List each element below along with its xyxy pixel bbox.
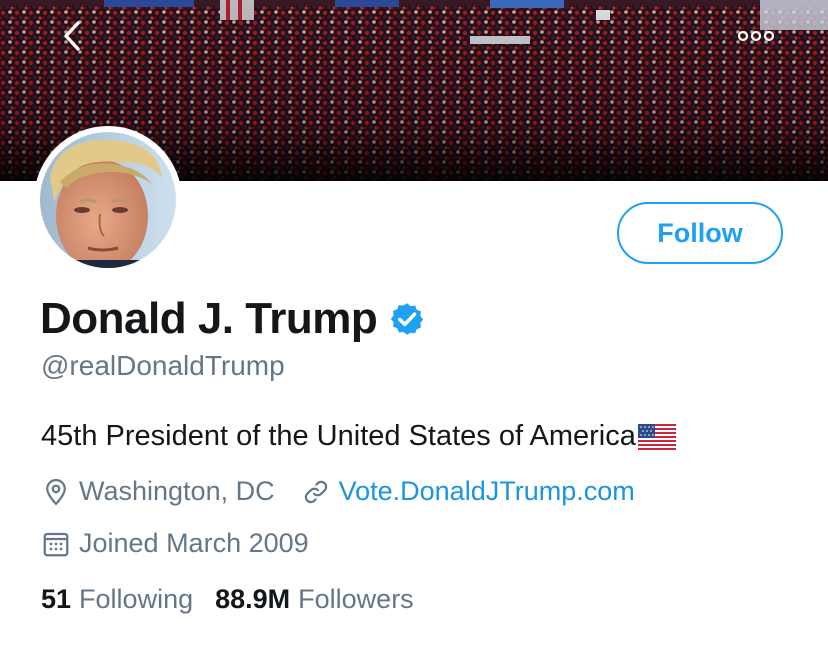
follow-button[interactable]: Follow <box>617 202 783 264</box>
bio: 45th President of the United States of A… <box>41 420 676 453</box>
followers-label: Followers <box>298 584 414 614</box>
website-link[interactable]: Vote.DonaldJTrump.com <box>339 476 635 507</box>
joined-text: Joined March 2009 <box>79 528 309 558</box>
name-row: Donald J. Trump <box>40 292 425 346</box>
us-flag-emoji <box>637 423 676 450</box>
joined-row: Joined March 2009 <box>41 528 309 559</box>
profile-avatar[interactable] <box>34 126 182 274</box>
back-button[interactable] <box>52 16 92 56</box>
followers-count: 88.9M <box>215 584 291 614</box>
location-pin-icon <box>46 478 66 505</box>
avatar-photo <box>40 132 176 268</box>
location-text: Washington, DC <box>79 476 275 506</box>
calendar-icon <box>43 532 69 556</box>
link-icon <box>304 480 327 503</box>
profile-page: Follow Donald J. Trump @realDonaldTrump … <box>0 0 828 646</box>
verified-badge-icon <box>391 303 424 335</box>
following-count: 51 <box>41 584 72 614</box>
bio-text: 45th President of the United States of A… <box>41 420 636 452</box>
followers-stat[interactable]: 88.9M Followers <box>215 584 414 615</box>
user-handle: @realDonaldTrump <box>41 350 285 381</box>
display-name: Donald J. Trump <box>40 294 378 343</box>
more-options-button[interactable] <box>732 18 780 54</box>
avatar-portrait-image <box>40 132 176 268</box>
location-website-row: Washington, DC Vote.DonaldJTrump.com <box>41 476 635 507</box>
following-label: Following <box>79 584 194 614</box>
following-stat[interactable]: 51 Following <box>41 584 193 615</box>
follow-stats: 51 Following 88.9M Followers <box>41 584 414 615</box>
more-dots-icon <box>737 30 775 42</box>
chevron-left-icon <box>64 21 80 51</box>
